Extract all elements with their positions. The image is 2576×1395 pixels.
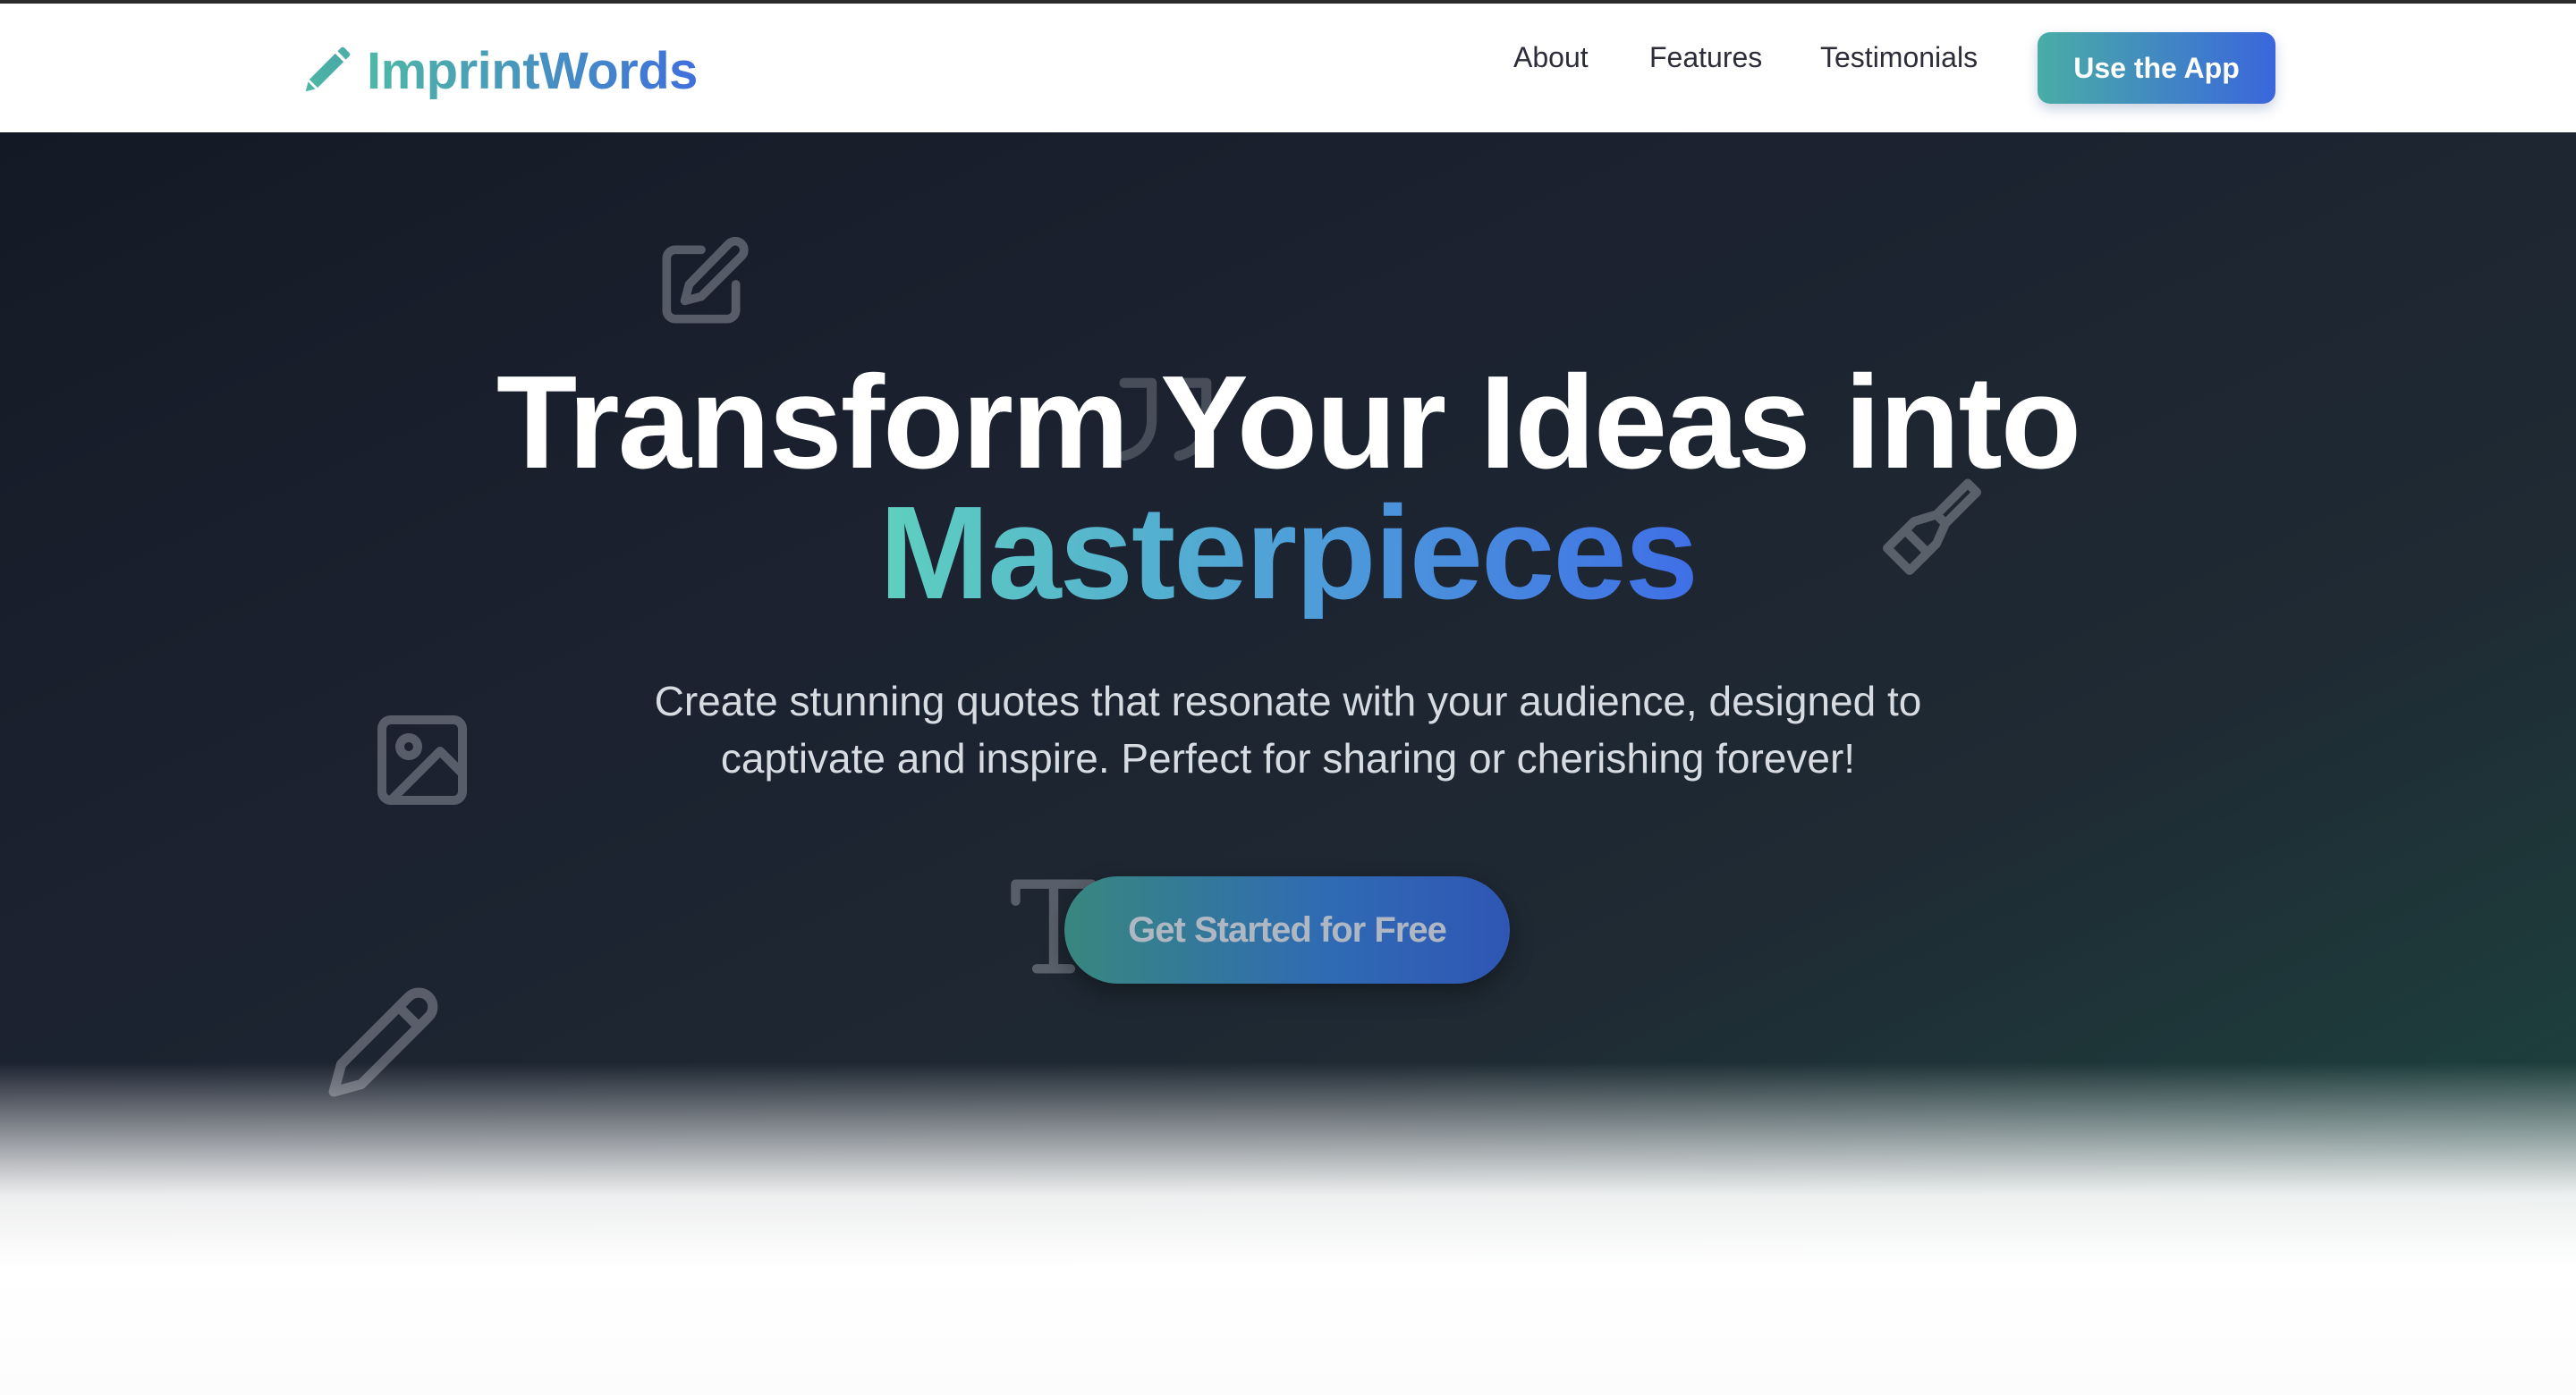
get-started-button[interactable]: Get Started for Free [1064,876,1510,984]
brand-name: ImprintWords [367,41,698,100]
edit-square-icon [649,232,753,336]
hero-subtitle-line2: captivate and inspire. Perfect for shari… [720,735,1856,782]
use-the-app-button[interactable]: Use the App [2038,32,2275,104]
nav-link-about[interactable]: About [1513,38,1589,77]
nav-link-features[interactable]: Features [1649,38,1762,77]
hero-subtitle-line1: Create stunning quotes that resonate wit… [654,678,1922,724]
hero-bottom-fade [0,1062,2576,1395]
hero-section: Transform Your Ideas into Masterpieces C… [0,132,2576,1395]
hero-title: Transform Your Ideas into Masterpieces [0,357,2576,627]
image-icon [369,706,476,814]
hero-title-line1: Transform Your Ideas into [496,349,2081,496]
brand-logo[interactable]: ImprintWords [299,39,698,102]
nav-link-testimonials[interactable]: Testimonials [1820,38,1978,77]
hero-title-highlight: Masterpieces [879,479,1699,627]
top-navbar: ImprintWords About Features Testimonials… [0,4,2576,132]
hero-subtitle: Create stunning quotes that resonate wit… [572,672,2004,787]
pencil-icon [299,43,354,98]
